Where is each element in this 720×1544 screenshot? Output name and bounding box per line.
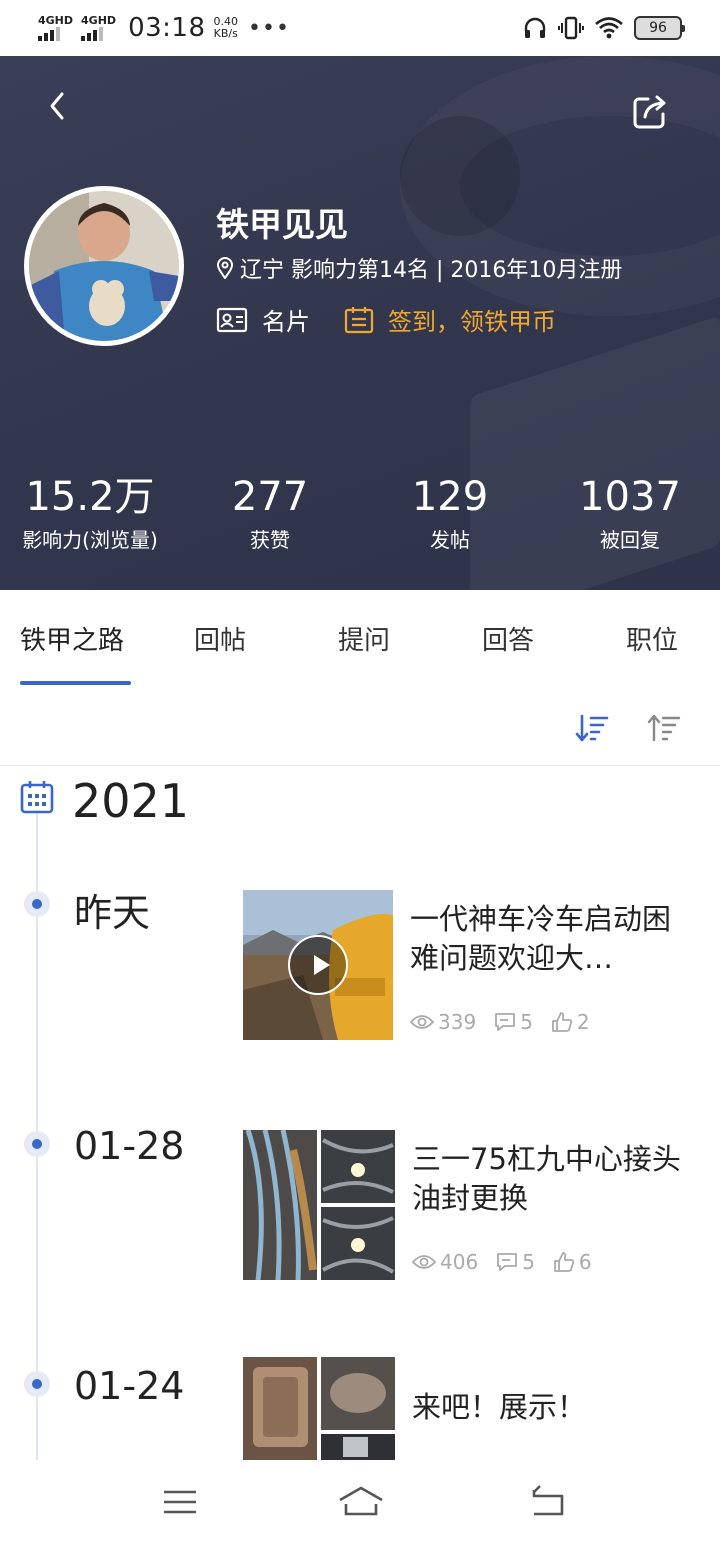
profile-tabs: 铁甲之路 回帖 提问 回答 职位	[0, 590, 720, 686]
back-nav-icon[interactable]	[528, 1484, 568, 1520]
stat-value: 129	[411, 474, 489, 520]
post-title[interactable]: 三一75杠九中心接头油封更换	[412, 1140, 682, 1218]
share-icon[interactable]	[630, 92, 670, 132]
comment-count: 5	[522, 1250, 535, 1274]
sim2-label: 4GHD	[81, 14, 117, 27]
network-speed: 0.40 KB/s	[214, 16, 239, 40]
post-image-grid[interactable]	[243, 1357, 395, 1460]
tab-answers[interactable]: 回答	[482, 620, 534, 657]
tab-questions[interactable]: 提问	[338, 620, 390, 657]
post-title[interactable]: 一代神车冷车启动困难问题欢迎大…	[410, 900, 680, 978]
signal-icon: 4GHD	[81, 15, 116, 41]
stat-label: 获赞	[250, 528, 290, 552]
stat-label: 被回复	[600, 528, 660, 552]
status-bar: 4GHD 4GHD 03:18 0.40 KB/s ••• 96	[0, 0, 720, 56]
signal-icon: 4GHD	[38, 15, 73, 41]
post-meta: 339 5 2	[410, 1010, 604, 1034]
header-decoration	[400, 116, 520, 236]
timeline-dot	[24, 891, 50, 917]
battery-level: 96	[649, 20, 667, 36]
stat-replies[interactable]: 1037 被回复	[540, 474, 720, 553]
eye-icon	[412, 1255, 436, 1269]
headphone-icon	[524, 17, 546, 38]
sort-descending-icon[interactable]	[574, 710, 610, 746]
view-count: 339	[438, 1010, 477, 1034]
timeline-dot	[24, 1371, 50, 1397]
post-title[interactable]: 来吧！展示！	[412, 1388, 682, 1427]
post-images	[243, 1357, 395, 1460]
stat-value: 1037	[579, 474, 681, 520]
clock: 03:18	[128, 13, 206, 43]
calendar-icon	[20, 781, 54, 814]
location-icon	[216, 257, 234, 279]
profile-header: 铁甲见见 辽宁 影响力第14名 | 2016年10月注册 名片 签到，领铁甲币	[0, 56, 720, 590]
comment-icon	[497, 1253, 518, 1271]
stat-value: 15.2万	[25, 474, 155, 520]
avatar[interactable]	[24, 186, 184, 346]
tab-tiejia-road[interactable]: 铁甲之路	[20, 620, 124, 657]
thumbs-up-icon	[552, 1012, 573, 1032]
view-count: 406	[440, 1250, 479, 1274]
comment-icon	[495, 1013, 516, 1031]
post-date: 昨天	[74, 891, 151, 935]
menu-icon[interactable]	[160, 1484, 200, 1520]
sort-ascending-icon[interactable]	[646, 710, 682, 746]
business-card-label: 名片	[262, 308, 310, 336]
sim1-label: 4GHD	[38, 14, 74, 27]
stat-label: 影响力(浏览量)	[22, 528, 158, 552]
post-image-grid[interactable]	[243, 1130, 395, 1280]
user-info-text: 辽宁 影响力第14名 | 2016年10月注册	[240, 258, 623, 283]
sort-bar	[0, 700, 720, 766]
stat-posts[interactable]: 129 发帖	[360, 474, 540, 553]
user-info: 辽宁 影响力第14名 | 2016年10月注册	[216, 252, 622, 284]
stat-influence[interactable]: 15.2万 影响力(浏览量)	[0, 474, 180, 553]
tab-indicator	[20, 681, 131, 685]
sign-in-label: 签到，领铁甲币	[388, 308, 556, 336]
post-date: 01-24	[74, 1364, 185, 1408]
id-card-icon	[216, 307, 248, 332]
stat-value: 277	[231, 474, 309, 520]
comment-count: 5	[520, 1010, 533, 1034]
business-card-button[interactable]: 名片	[216, 302, 310, 337]
timeline-dot	[24, 1131, 50, 1157]
speed-unit: KB/s	[213, 27, 238, 40]
stats-row: 15.2万 影响力(浏览量) 277 获赞 129 发帖 1037 被回复	[0, 474, 720, 553]
user-name: 铁甲见见	[216, 205, 348, 244]
back-icon[interactable]	[40, 84, 76, 128]
stat-likes[interactable]: 277 获赞	[180, 474, 360, 553]
like-count: 2	[576, 1010, 590, 1034]
stat-label: 发帖	[430, 528, 470, 552]
play-icon	[288, 935, 348, 995]
like-count: 6	[578, 1250, 592, 1274]
thumbs-up-icon	[554, 1252, 575, 1272]
calendar-check-icon	[344, 306, 374, 333]
post-images	[243, 1130, 395, 1280]
tab-jobs[interactable]: 职位	[626, 620, 678, 657]
system-nav-bar	[0, 1460, 720, 1544]
post-date: 01-28	[74, 1124, 185, 1168]
vibrate-icon	[558, 16, 584, 40]
sign-in-button[interactable]: 签到，领铁甲币	[344, 302, 556, 337]
avatar-image	[29, 191, 179, 341]
timeline-year: 2021	[72, 774, 190, 828]
home-icon[interactable]	[338, 1484, 384, 1520]
tab-replies[interactable]: 回帖	[194, 620, 246, 657]
wifi-icon	[595, 17, 623, 39]
battery-icon: 96	[634, 16, 685, 40]
post-meta: 406 5 6	[412, 1250, 606, 1274]
profile-actions: 名片 签到，领铁甲币	[216, 302, 556, 337]
post-video-thumbnail[interactable]	[243, 890, 393, 1040]
eye-icon	[410, 1015, 434, 1029]
more-icon: •••	[248, 15, 290, 41]
